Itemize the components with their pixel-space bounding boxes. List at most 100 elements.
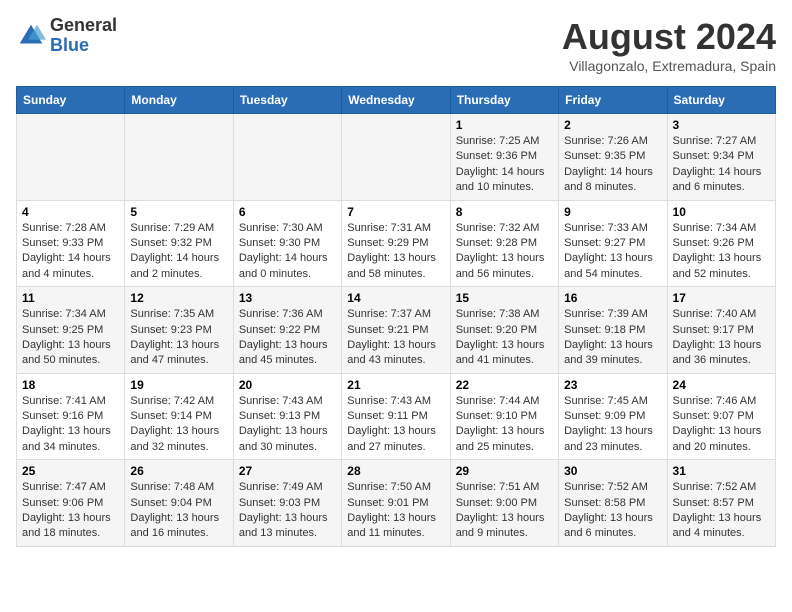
day-number: 21 bbox=[347, 378, 444, 392]
day-number: 20 bbox=[239, 378, 336, 392]
day-number: 29 bbox=[456, 464, 553, 478]
day-info: Sunrise: 7:28 AM Sunset: 9:33 PM Dayligh… bbox=[22, 222, 111, 280]
calendar-cell: 29Sunrise: 7:51 AM Sunset: 9:00 PM Dayli… bbox=[450, 460, 558, 547]
header: General Blue August 2024 Villagonzalo, E… bbox=[16, 16, 776, 74]
calendar-header-row: SundayMondayTuesdayWednesdayThursdayFrid… bbox=[17, 87, 776, 114]
day-info: Sunrise: 7:37 AM Sunset: 9:21 PM Dayligh… bbox=[347, 308, 436, 366]
calendar-cell: 30Sunrise: 7:52 AM Sunset: 8:58 PM Dayli… bbox=[559, 460, 667, 547]
day-number: 5 bbox=[130, 205, 227, 219]
calendar-cell: 16 Sunrise: 7:39 AM Sunset: 9:18 PM Dayli… bbox=[559, 287, 667, 374]
calendar-cell: 8 Sunrise: 7:32 AM Sunset: 9:28 PM Daylig… bbox=[450, 200, 558, 287]
calendar-cell: 26Sunrise: 7:48 AM Sunset: 9:04 PM Dayli… bbox=[125, 460, 233, 547]
day-info: Sunrise: 7:50 AM Sunset: 9:01 PM Dayligh… bbox=[347, 481, 436, 539]
calendar-cell bbox=[125, 114, 233, 201]
calendar-cell: 3 Sunrise: 7:27 AM Sunset: 9:34 PM Daylig… bbox=[667, 114, 775, 201]
day-info: Sunrise: 7:43 AM Sunset: 9:13 PM Dayligh… bbox=[239, 395, 328, 453]
calendar-cell: 11 Sunrise: 7:34 AM Sunset: 9:25 PM Dayli… bbox=[17, 287, 125, 374]
calendar-cell: 20 Sunrise: 7:43 AM Sunset: 9:13 PM Dayli… bbox=[233, 373, 341, 460]
day-info: Sunrise: 7:44 AM Sunset: 9:10 PM Dayligh… bbox=[456, 395, 545, 453]
day-number: 23 bbox=[564, 378, 661, 392]
header-sunday: Sunday bbox=[17, 87, 125, 114]
calendar-cell: 22 Sunrise: 7:44 AM Sunset: 9:10 PM Dayli… bbox=[450, 373, 558, 460]
day-info: Sunrise: 7:41 AM Sunset: 9:16 PM Dayligh… bbox=[22, 395, 111, 453]
day-info: Sunrise: 7:35 AM Sunset: 9:23 PM Dayligh… bbox=[130, 308, 219, 366]
day-info: Sunrise: 7:32 AM Sunset: 9:28 PM Dayligh… bbox=[456, 222, 545, 280]
day-number: 24 bbox=[673, 378, 770, 392]
day-number: 4 bbox=[22, 205, 119, 219]
header-saturday: Saturday bbox=[667, 87, 775, 114]
day-info: Sunrise: 7:39 AM Sunset: 9:18 PM Dayligh… bbox=[564, 308, 653, 366]
calendar-cell: 28 Sunrise: 7:50 AM Sunset: 9:01 PM Dayli… bbox=[342, 460, 450, 547]
day-info: Sunrise: 7:49 AM Sunset: 9:03 PM Dayligh… bbox=[239, 481, 328, 539]
day-info: Sunrise: 7:29 AM Sunset: 9:32 PM Dayligh… bbox=[130, 222, 219, 280]
day-info: Sunrise: 7:27 AM Sunset: 9:34 PM Dayligh… bbox=[673, 135, 762, 193]
day-info: Sunrise: 7:34 AM Sunset: 9:26 PM Dayligh… bbox=[673, 222, 762, 280]
day-number: 13 bbox=[239, 291, 336, 305]
day-info: Sunrise: 7:45 AM Sunset: 9:09 PM Dayligh… bbox=[564, 395, 653, 453]
logo: General Blue bbox=[16, 16, 117, 56]
calendar-cell: 15 Sunrise: 7:38 AM Sunset: 9:20 PM Dayli… bbox=[450, 287, 558, 374]
header-tuesday: Tuesday bbox=[233, 87, 341, 114]
day-info: Sunrise: 7:36 AM Sunset: 9:22 PM Dayligh… bbox=[239, 308, 328, 366]
calendar-week-row: 1Sunrise: 7:25 AM Sunset: 9:36 PM Daylig… bbox=[17, 114, 776, 201]
calendar-cell: 21 Sunrise: 7:43 AM Sunset: 9:11 PM Dayli… bbox=[342, 373, 450, 460]
day-number: 16 bbox=[564, 291, 661, 305]
day-number: 25 bbox=[22, 464, 119, 478]
day-info: Sunrise: 7:34 AM Sunset: 9:25 PM Dayligh… bbox=[22, 308, 111, 366]
day-number: 15 bbox=[456, 291, 553, 305]
day-info: Sunrise: 7:26 AM Sunset: 9:35 PM Dayligh… bbox=[564, 135, 653, 193]
calendar-cell: 25 Sunrise: 7:47 AM Sunset: 9:06 PM Dayli… bbox=[17, 460, 125, 547]
calendar-cell: 19 Sunrise: 7:42 AM Sunset: 9:14 PM Dayli… bbox=[125, 373, 233, 460]
day-info: Sunrise: 7:52 AM Sunset: 8:57 PM Dayligh… bbox=[673, 481, 762, 539]
day-number: 10 bbox=[673, 205, 770, 219]
day-number: 6 bbox=[239, 205, 336, 219]
calendar-cell: 6 Sunrise: 7:30 AM Sunset: 9:30 PM Daylig… bbox=[233, 200, 341, 287]
day-number: 3 bbox=[673, 118, 770, 132]
day-info: Sunrise: 7:47 AM Sunset: 9:06 PM Dayligh… bbox=[22, 481, 111, 539]
subtitle: Villagonzalo, Extremadura, Spain bbox=[562, 58, 776, 74]
day-number: 9 bbox=[564, 205, 661, 219]
day-number: 1 bbox=[456, 118, 553, 132]
main-title: August 2024 bbox=[562, 16, 776, 58]
header-monday: Monday bbox=[125, 87, 233, 114]
day-number: 28 bbox=[347, 464, 444, 478]
calendar-cell: 31 Sunrise: 7:52 AM Sunset: 8:57 PM Dayli… bbox=[667, 460, 775, 547]
calendar-cell: 23 Sunrise: 7:45 AM Sunset: 9:09 PM Dayli… bbox=[559, 373, 667, 460]
day-number: 8 bbox=[456, 205, 553, 219]
logo-blue-text: Blue bbox=[50, 36, 117, 56]
calendar-cell: 18Sunrise: 7:41 AM Sunset: 9:16 PM Dayli… bbox=[17, 373, 125, 460]
day-info: Sunrise: 7:43 AM Sunset: 9:11 PM Dayligh… bbox=[347, 395, 436, 453]
calendar-cell: 9Sunrise: 7:33 AM Sunset: 9:27 PM Daylig… bbox=[559, 200, 667, 287]
calendar-cell: 24 Sunrise: 7:46 AM Sunset: 9:07 PM Dayli… bbox=[667, 373, 775, 460]
calendar-week-row: 11 Sunrise: 7:34 AM Sunset: 9:25 PM Dayli… bbox=[17, 287, 776, 374]
day-number: 22 bbox=[456, 378, 553, 392]
day-number: 11 bbox=[22, 291, 119, 305]
day-info: Sunrise: 7:46 AM Sunset: 9:07 PM Dayligh… bbox=[673, 395, 762, 453]
calendar-week-row: 18Sunrise: 7:41 AM Sunset: 9:16 PM Dayli… bbox=[17, 373, 776, 460]
title-area: August 2024 Villagonzalo, Extremadura, S… bbox=[562, 16, 776, 74]
calendar-cell: 1Sunrise: 7:25 AM Sunset: 9:36 PM Daylig… bbox=[450, 114, 558, 201]
logo-general-text: General bbox=[50, 16, 117, 36]
calendar-cell: 10 Sunrise: 7:34 AM Sunset: 9:26 PM Dayli… bbox=[667, 200, 775, 287]
day-number: 17 bbox=[673, 291, 770, 305]
calendar-table: SundayMondayTuesdayWednesdayThursdayFrid… bbox=[16, 86, 776, 547]
day-number: 7 bbox=[347, 205, 444, 219]
day-info: Sunrise: 7:30 AM Sunset: 9:30 PM Dayligh… bbox=[239, 222, 328, 280]
calendar-cell: 27 Sunrise: 7:49 AM Sunset: 9:03 PM Dayli… bbox=[233, 460, 341, 547]
day-info: Sunrise: 7:38 AM Sunset: 9:20 PM Dayligh… bbox=[456, 308, 545, 366]
day-number: 2 bbox=[564, 118, 661, 132]
day-number: 19 bbox=[130, 378, 227, 392]
calendar-cell bbox=[17, 114, 125, 201]
day-info: Sunrise: 7:42 AM Sunset: 9:14 PM Dayligh… bbox=[130, 395, 219, 453]
day-number: 27 bbox=[239, 464, 336, 478]
logo-icon bbox=[16, 21, 46, 51]
day-info: Sunrise: 7:40 AM Sunset: 9:17 PM Dayligh… bbox=[673, 308, 762, 366]
day-info: Sunrise: 7:48 AM Sunset: 9:04 PM Dayligh… bbox=[130, 481, 219, 539]
day-number: 31 bbox=[673, 464, 770, 478]
calendar-cell: 12 Sunrise: 7:35 AM Sunset: 9:23 PM Dayli… bbox=[125, 287, 233, 374]
calendar-cell: 13 Sunrise: 7:36 AM Sunset: 9:22 PM Dayli… bbox=[233, 287, 341, 374]
day-number: 12 bbox=[130, 291, 227, 305]
calendar-cell: 2 Sunrise: 7:26 AM Sunset: 9:35 PM Daylig… bbox=[559, 114, 667, 201]
calendar-cell: 4 Sunrise: 7:28 AM Sunset: 9:33 PM Daylig… bbox=[17, 200, 125, 287]
calendar-cell: 7Sunrise: 7:31 AM Sunset: 9:29 PM Daylig… bbox=[342, 200, 450, 287]
